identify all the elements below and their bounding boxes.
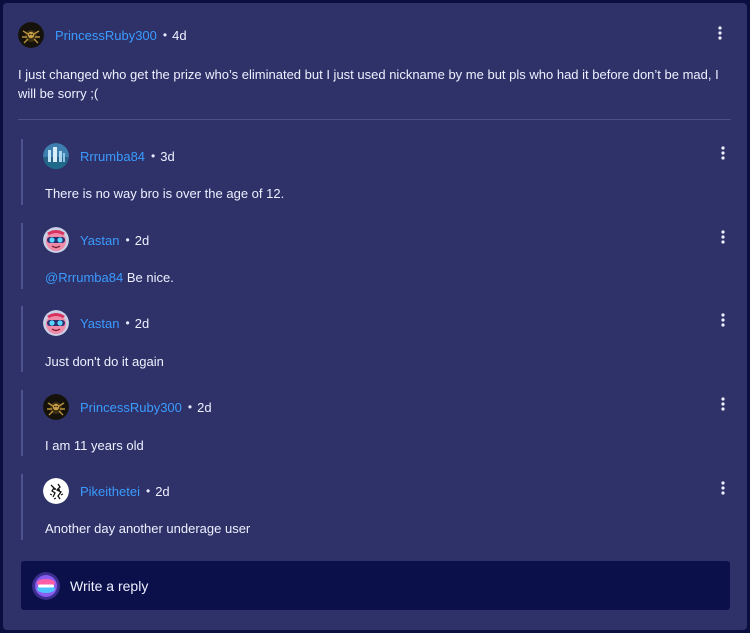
reply-item: Yastan • 2d Just don't do it again [21,306,735,372]
reply-username[interactable]: Yastan [80,233,120,248]
separator-dot: • [151,149,156,163]
thread-rail [21,306,23,372]
ruby-spider-avatar-icon[interactable] [43,394,69,420]
post-body: I just changed who get the prize who’s e… [18,67,719,101]
reply-timestamp: 2d [155,483,170,499]
reply-timestamp: 2d [134,315,150,331]
write-reply-input[interactable]: Write a reply [21,561,730,610]
reply-item: Rrrumba84 • 3d There is no way bro is ov… [21,139,735,205]
divider [18,119,731,120]
comment-thread-panel: PrincessRuby300 • 4d I just changed who … [3,3,747,630]
more-vertical-icon[interactable] [713,394,733,414]
mention-link[interactable]: @Rrrumba84 [45,270,123,285]
post-header: PrincessRuby300 • 4d [18,20,187,50]
separator-dot: • [145,484,151,498]
reply-header: Yastan • 2d [43,225,149,255]
more-vertical-icon[interactable] [710,23,730,43]
thread-rail [21,390,23,456]
reply-header: Yastan • 2d [43,308,149,338]
sketch-avatar-icon[interactable] [43,478,69,504]
thread-rail [21,474,23,540]
reply-body: Another day another underage user [45,521,250,536]
separator-dot: • [125,233,130,247]
more-vertical-icon[interactable] [713,310,733,330]
post-timestamp: 4d [172,27,187,43]
reply-username[interactable]: Pikeithetei [80,484,140,499]
reply-text: Be nice. [123,270,174,285]
pink-goggles-avatar-icon[interactable] [43,227,69,253]
separator-dot: • [125,316,130,330]
more-vertical-icon[interactable] [713,143,733,163]
reply-text: Just don't do it again [45,354,164,369]
reply-text: I am 11 years old [45,438,144,453]
more-vertical-icon[interactable] [713,478,733,498]
post-username[interactable]: PrincessRuby300 [55,28,157,43]
separator-dot: • [162,28,168,42]
reply-placeholder: Write a reply [70,577,149,594]
reply-username[interactable]: PrincessRuby300 [80,400,182,415]
reply-body: I am 11 years old [45,438,144,453]
reply-body: @Rrrumba84 Be nice. [45,270,174,285]
reply-item: Yastan • 2d @Rrrumba84 Be nice. [21,223,735,289]
more-vertical-icon[interactable] [713,227,733,247]
reply-timestamp: 2d [197,399,212,415]
reply-item: PrincessRuby300 • 2d I am 11 years old [21,390,735,456]
reply-header: Pikeithetei • 2d [43,476,170,506]
reply-text: Another day another underage user [45,521,251,536]
reply-timestamp: 2d [134,232,150,248]
reply-username[interactable]: Yastan [80,316,120,331]
pink-goggles-avatar-icon[interactable] [43,310,69,336]
city-avatar-icon[interactable] [43,143,69,169]
reply-header: Rrrumba84 • 3d [43,141,175,171]
reply-body: Just don't do it again [45,354,164,369]
separator-dot: • [187,400,193,414]
reply-username[interactable]: Rrrumba84 [80,149,145,164]
reply-body: There is no way bro is over the age of 1… [45,186,284,201]
ruby-spider-avatar-icon[interactable] [18,22,44,48]
thread-rail [21,139,23,205]
reply-text: There is no way bro is over the age of 1… [45,186,285,201]
user-gem-avatar-icon [32,571,60,600]
reply-timestamp: 3d [160,148,175,164]
thread-rail [21,223,23,289]
reply-item: Pikeithetei • 2d Another day another und… [21,474,735,540]
reply-header: PrincessRuby300 • 2d [43,392,212,422]
